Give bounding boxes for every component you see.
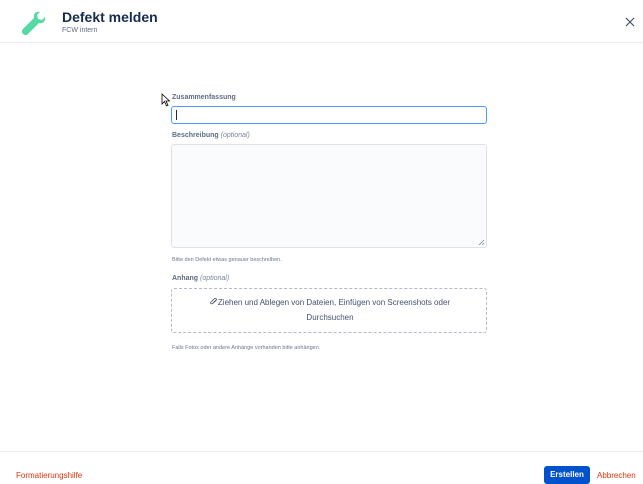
footer-divider (0, 451, 643, 452)
dropzone-text: Ziehen und Ablegen von Dateien, Einfügen… (217, 298, 451, 307)
text-caret (176, 110, 177, 120)
dropzone-text-row: Ziehen und Ablegen von Dateien, Einfügen… (172, 297, 488, 307)
paperclip-icon (210, 297, 217, 305)
format-help-link[interactable]: Formatierungshilfe (16, 471, 82, 480)
summary-label: Zusammenfassung (172, 94, 236, 101)
attachment-help: Falls Fotos oder andere Anhänge vorhande… (172, 345, 321, 351)
attachment-label-text: Anhang (172, 275, 199, 282)
dialog-title: Defekt melden (62, 9, 158, 25)
attachment-label: Anhang (optional) (172, 275, 229, 282)
cancel-button[interactable]: Abbrechen (597, 471, 636, 480)
resize-handle-icon[interactable] (478, 239, 484, 245)
description-help: Bitte den Defekt etwas genauer beschreib… (172, 257, 282, 263)
close-icon[interactable] (623, 15, 637, 29)
create-button[interactable]: Erstellen (544, 466, 590, 484)
attachment-dropzone[interactable]: Ziehen und Ablegen von Dateien, Einfügen… (171, 288, 487, 333)
description-textarea[interactable] (171, 144, 487, 248)
summary-input[interactable] (171, 106, 487, 124)
description-optional: (optional) (220, 132, 250, 139)
dialog-subtitle: FCW intern (62, 27, 98, 34)
mouse-pointer-icon (161, 93, 171, 107)
wrench-icon (21, 11, 46, 36)
dialog-header: Defekt melden FCW intern (0, 0, 643, 43)
attachment-optional: (optional) (200, 275, 230, 282)
browse-link[interactable]: Durchsuchen (172, 313, 488, 322)
description-label-text: Beschreibung (172, 132, 219, 139)
description-label: Beschreibung (optional) (172, 132, 250, 139)
